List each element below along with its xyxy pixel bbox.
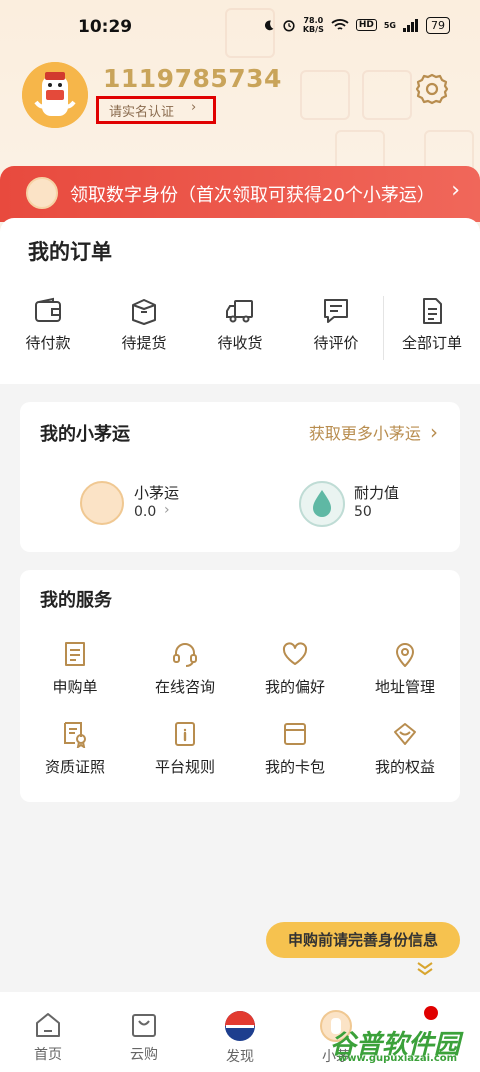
get-more-link[interactable]: 获取更多小茅运 › [309,420,438,444]
status-time: 10:29 [78,17,133,37]
service-label: 我的卡包 [264,758,325,776]
status-bar: 10:29 78.0 KB/S HD 5G 79 [0,0,480,56]
order-label: 待提货 [121,334,167,352]
signal-bars-icon [403,18,418,32]
service-label: 资质证照 [44,758,105,776]
rulebook-icon [175,722,195,746]
order-label: 待付款 [25,334,71,352]
service-platform-rules[interactable]: 平台规则 [135,720,235,777]
wifi-icon [331,19,349,30]
service-label: 在线咨询 [154,678,215,696]
banner-text: 领取数字身份（首次领取可获得20个小茅运） [70,185,435,206]
service-label: 我的偏好 [264,678,325,696]
moon-icon [264,20,274,30]
service-label: 我的权益 [374,758,435,776]
double-chevron-down-icon [416,962,434,976]
chevron-right-icon: › [430,420,438,444]
certificate-icon [64,722,86,748]
tab-label: 发现 [226,1049,254,1065]
service-label: 平台规则 [154,758,215,776]
notification-dot [424,1006,438,1020]
order-label: 待评价 [313,334,359,352]
user-avatar[interactable] [22,62,88,128]
user-id: 1119785734 [103,64,282,93]
xiaomaoyun-card: 我的小茅运 获取更多小茅运 › 小茅运 0.0 › 耐力值 50 [20,402,460,552]
service-benefits[interactable]: 我的权益 [355,720,455,777]
verify-label: 请实名认证 [109,105,175,120]
service-online-consult[interactable]: 在线咨询 [135,640,235,697]
battery-indicator: 79 [426,16,450,34]
stat-value: 0.0 [134,504,157,520]
order-pending-pickup[interactable]: 待提货 [96,296,192,353]
stat-value: 50 [354,504,372,520]
signal-label: 5G [383,20,396,30]
network-speed-unit: KB/S [302,25,324,34]
watermark-tile [300,70,350,120]
stat-name: 耐力值 [354,484,400,502]
mascot-avatar-icon [22,62,88,128]
service-label: 地址管理 [374,678,435,696]
truck-icon [226,300,253,323]
services-title: 我的服务 [40,590,112,611]
chevron-right-icon: › [191,100,197,115]
chevron-right-icon: › [164,502,170,518]
tab-discover[interactable]: 发现 [200,1010,280,1066]
lucky-coin-icon [80,481,124,525]
order-pending-receipt[interactable]: 待收货 [192,296,288,353]
box-icon [132,299,156,325]
service-preferences[interactable]: 我的偏好 [245,640,345,697]
order-label: 待收货 [217,334,263,352]
network-speed: 78.0 KB/S [303,16,324,34]
shopping-bag-icon [132,1014,156,1037]
watermark-tile [362,70,412,120]
heart-icon [282,642,308,665]
comment-icon [324,299,348,323]
home-icon [36,1013,60,1037]
form-icon [65,642,85,666]
chevron-right-icon: › [451,178,460,203]
tab-label: 首页 [34,1047,62,1063]
document-icon [423,298,442,324]
orders-title: 我的订单 [28,240,112,264]
wallet-icon [35,297,61,322]
settings-gear-icon[interactable] [414,71,450,107]
order-pending-payment[interactable]: 待付款 [0,296,96,353]
xiaomaoyun-title: 我的小茅运 [40,424,130,445]
services-card: 我的服务 申购单 在线咨询 我的偏好 地址管理 资质证照 平台规则 我的卡包 我… [20,570,460,802]
card-wallet-icon [284,723,306,745]
service-order-form[interactable]: 申购单 [25,640,125,697]
network-speed-value: 78.0 [303,16,324,25]
realname-verify-link[interactable]: 请实名认证 › [96,96,216,124]
service-certificates[interactable]: 资质证照 [25,720,125,777]
tab-cloud-purchase[interactable]: 云购 [104,1010,184,1064]
stat-name: 小茅运 [134,484,180,502]
headset-icon [173,643,197,667]
order-pending-review[interactable]: 待评价 [288,296,384,353]
tab-home[interactable]: 首页 [8,1010,88,1064]
service-address[interactable]: 地址管理 [355,640,455,697]
order-label: 全部订单 [401,334,462,352]
alarm-icon [283,20,295,32]
complete-identity-button[interactable]: 申购前请完善身份信息 [266,922,460,958]
discover-logo-icon [225,1011,255,1041]
location-pin-icon [396,643,414,667]
service-card-wallet[interactable]: 我的卡包 [245,720,345,777]
service-label: 申购单 [52,678,98,696]
benefit-icon [394,723,416,745]
water-drop-icon [299,481,345,527]
digital-identity-banner[interactable]: 领取数字身份（首次领取可获得20个小茅运） › [0,166,480,222]
tab-label: 云购 [130,1047,158,1063]
site-watermark-url: www.gupuxiazai.com [338,1053,458,1064]
status-icons: 78.0 KB/S HD 5G 79 [262,16,450,34]
hd-badge: HD [355,19,377,31]
get-more-label: 获取更多小茅运 [308,424,421,443]
order-all[interactable]: 全部订单 [384,296,480,353]
lucky-coin-icon [26,177,58,209]
